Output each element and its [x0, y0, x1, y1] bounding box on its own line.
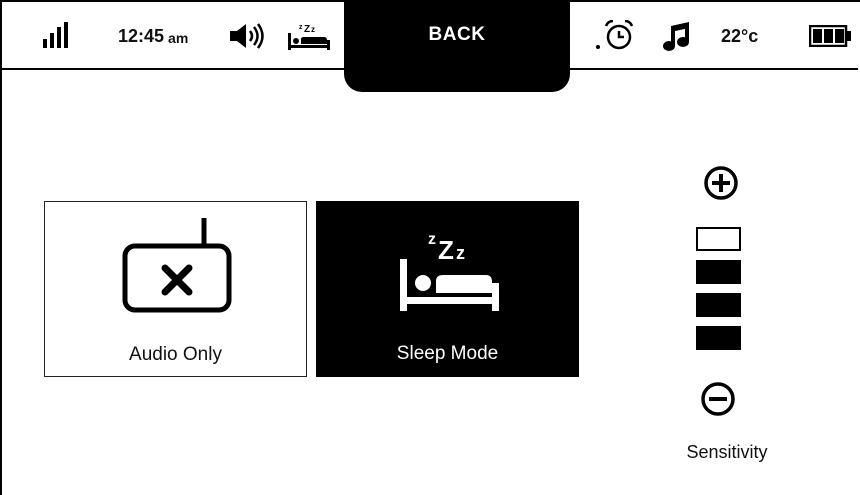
status-bar: 12:45 am zZz BACK 22°c: [2, 0, 858, 92]
battery-full-icon: [809, 20, 853, 52]
svg-text:z: z: [311, 25, 315, 34]
sensitivity-bar-3: [696, 260, 741, 284]
camera-off-icon: [122, 216, 232, 321]
sensitivity-bar-4: [696, 227, 741, 251]
speaker-volume-icon[interactable]: [228, 20, 266, 52]
svg-text:z: z: [299, 24, 303, 31]
clock-time: 12:45 am: [118, 20, 188, 52]
sleep-mode-button[interactable]: zZz Sleep Mode: [316, 201, 579, 377]
sleep-bed-icon: zZz: [396, 229, 506, 324]
sensitivity-label: Sensitivity: [686, 442, 768, 462]
audio-only-button[interactable]: Audio Only: [44, 201, 307, 377]
time-value: 12:45: [118, 25, 165, 46]
back-label: BACK: [428, 24, 486, 45]
svg-text:z: z: [456, 243, 465, 263]
svg-text:Z: Z: [304, 24, 310, 35]
alarm-clock-icon[interactable]: [596, 20, 636, 52]
svg-text:Z: Z: [438, 235, 454, 265]
sleep-mode-label: Sleep Mode: [396, 343, 499, 364]
sleep-bed-icon: zZz: [287, 20, 331, 52]
plus-circle-icon[interactable]: [703, 165, 739, 206]
minus-circle-icon[interactable]: [700, 381, 736, 422]
audio-only-label: Audio Only: [129, 344, 222, 365]
back-button[interactable]: BACK: [344, 0, 570, 92]
svg-text:z: z: [428, 231, 436, 248]
signal-bars-icon: [43, 20, 69, 52]
sensitivity-bar-2: [696, 293, 741, 317]
music-note-icon[interactable]: [662, 20, 692, 52]
time-suffix: am: [168, 29, 189, 46]
temperature-readout: 22°c: [721, 25, 759, 46]
sensitivity-bar-1: [696, 326, 741, 350]
